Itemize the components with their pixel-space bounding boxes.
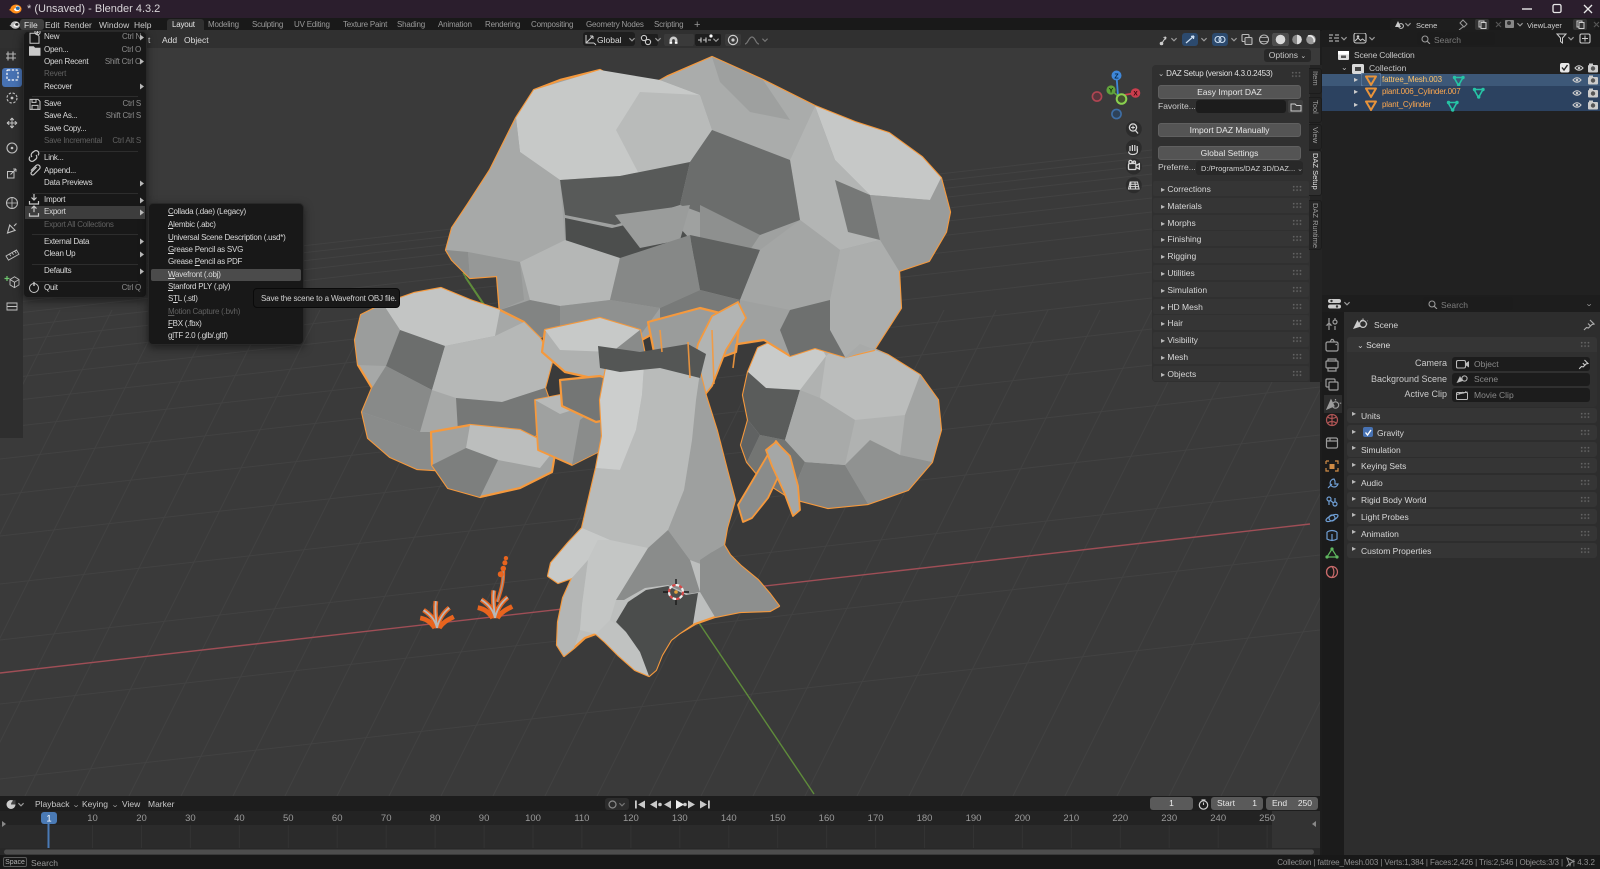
svg-text:140: 140 bbox=[721, 813, 737, 824]
svg-text:180: 180 bbox=[917, 813, 933, 824]
svg-text:90: 90 bbox=[479, 813, 490, 824]
svg-text:10: 10 bbox=[87, 813, 98, 824]
svg-text:160: 160 bbox=[819, 813, 835, 824]
svg-text:210: 210 bbox=[1063, 813, 1079, 824]
svg-text:Z: Z bbox=[1114, 73, 1119, 80]
svg-text:190: 190 bbox=[966, 813, 982, 824]
svg-text:70: 70 bbox=[381, 813, 392, 824]
svg-text:230: 230 bbox=[1161, 813, 1177, 824]
svg-text:130: 130 bbox=[672, 813, 688, 824]
svg-text:80: 80 bbox=[430, 813, 441, 824]
svg-text:220: 220 bbox=[1112, 813, 1128, 824]
svg-text:X: X bbox=[1133, 91, 1138, 98]
svg-text:60: 60 bbox=[332, 813, 343, 824]
svg-text:40: 40 bbox=[234, 813, 245, 824]
svg-text:120: 120 bbox=[623, 813, 639, 824]
svg-text:50: 50 bbox=[283, 813, 294, 824]
svg-text:100: 100 bbox=[525, 813, 541, 824]
svg-text:150: 150 bbox=[770, 813, 786, 824]
svg-text:1: 1 bbox=[46, 814, 51, 825]
svg-text:30: 30 bbox=[185, 813, 196, 824]
svg-text:250: 250 bbox=[1259, 813, 1275, 824]
svg-text:200: 200 bbox=[1014, 813, 1030, 824]
svg-text:20: 20 bbox=[136, 813, 147, 824]
svg-text:110: 110 bbox=[574, 813, 589, 824]
svg-text:240: 240 bbox=[1210, 813, 1226, 824]
svg-text:Y: Y bbox=[1109, 88, 1114, 95]
svg-text:170: 170 bbox=[868, 813, 884, 824]
